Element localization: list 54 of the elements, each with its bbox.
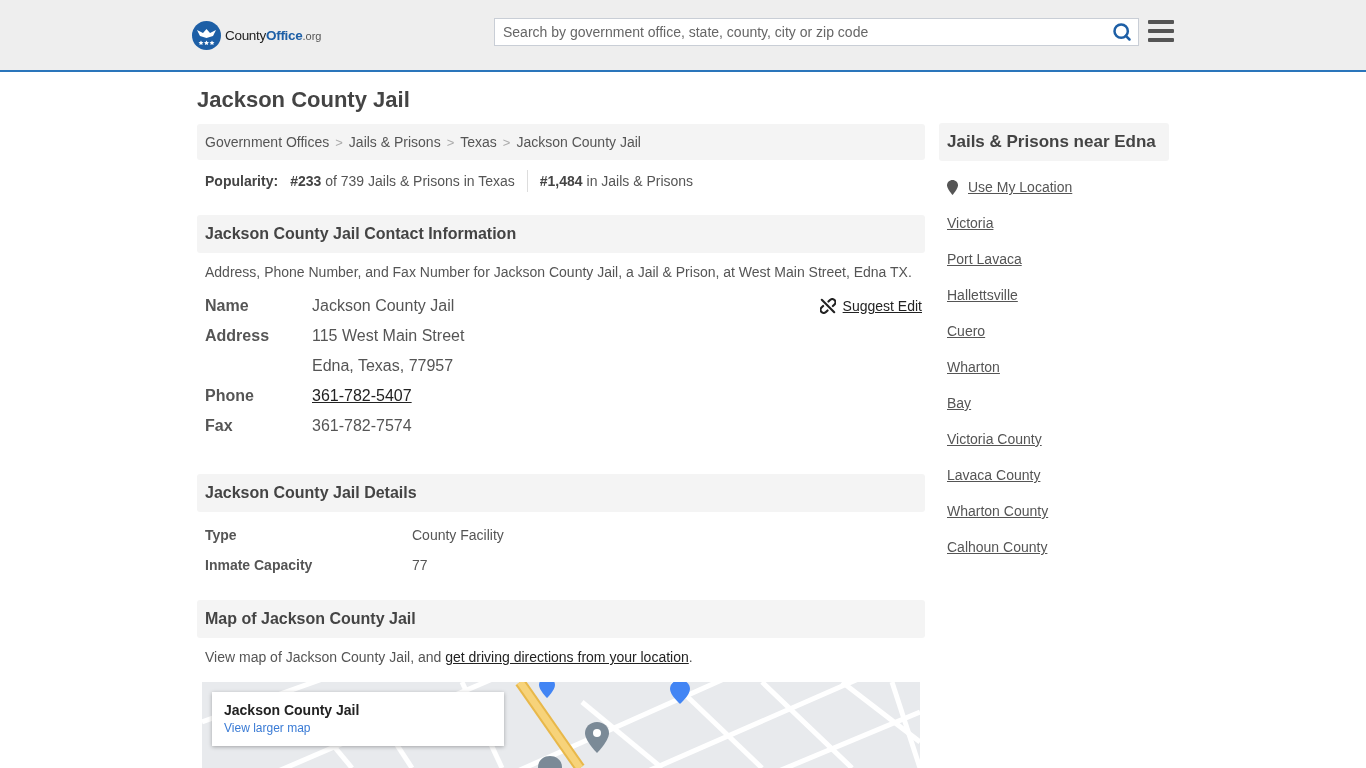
detail-label: Type bbox=[205, 527, 237, 543]
detail-value: County Facility bbox=[412, 527, 504, 543]
nearby-link[interactable]: Victoria bbox=[947, 215, 994, 231]
contact-label: Name bbox=[205, 296, 250, 316]
nearby-link[interactable]: Lavaca County bbox=[947, 467, 1041, 483]
directions-link[interactable]: get driving directions from your location bbox=[445, 649, 689, 665]
map-pin-icon bbox=[947, 179, 958, 195]
nearby-link[interactable]: Cuero bbox=[947, 323, 986, 339]
logo-text[interactable]: CountyOffice.org bbox=[225, 28, 322, 43]
broken-link-icon bbox=[819, 298, 836, 314]
sidebar-heading: Jails & Prisons near Edna bbox=[939, 123, 1169, 161]
detail-label: Inmate Capacity bbox=[205, 557, 313, 573]
nearby-link[interactable]: Wharton bbox=[947, 359, 1000, 375]
section-heading: Jackson County Jail Contact Information bbox=[197, 215, 925, 253]
page-title: Jackson County Jail bbox=[197, 87, 411, 113]
nearby-link[interactable]: Port Lavaca bbox=[947, 251, 1022, 267]
popularity-rank: #233 of 739 Jails & Prisons in Texas bbox=[290, 173, 515, 189]
breadcrumb-separator: > bbox=[335, 134, 343, 150]
menu-icon bbox=[1148, 20, 1174, 42]
contact-label: Fax bbox=[205, 416, 234, 436]
nearby-link[interactable]: Calhoun County bbox=[947, 539, 1048, 555]
nearby-link[interactable]: Bay bbox=[947, 395, 972, 411]
map-place-name: Jackson County Jail bbox=[224, 702, 360, 718]
section-heading: Jackson County Jail Details bbox=[197, 474, 925, 512]
use-location-link[interactable]: Use My Location bbox=[968, 179, 1073, 195]
contact-value: Edna, Texas, 77957 bbox=[312, 356, 454, 376]
view-larger-map-link[interactable]: View larger map bbox=[224, 721, 311, 735]
contact-value: Jackson County Jail bbox=[312, 296, 455, 316]
suggest-edit-link[interactable]: Suggest Edit bbox=[842, 298, 922, 314]
popularity-rank: #1,484 in Jails & Prisons bbox=[526, 170, 694, 192]
search-button[interactable] bbox=[1111, 21, 1133, 43]
popularity-label: Popularity: bbox=[205, 173, 279, 189]
contact-description: Address, Phone Number, and Fax Number for Jackson County Jail, a Jail & Prison, at West Main Street, Edna TX. bbox=[204, 263, 913, 282]
menu-button[interactable] bbox=[1148, 20, 1174, 42]
search-icon bbox=[1112, 22, 1132, 42]
emblem-icon bbox=[192, 21, 221, 50]
map-description: View map of Jackson County Jail, and get driving directions from your location. bbox=[204, 648, 694, 667]
nearby-link[interactable]: Wharton County bbox=[947, 503, 1049, 519]
contact-label: Address bbox=[205, 326, 271, 346]
breadcrumb-link[interactable]: Texas bbox=[460, 134, 497, 150]
section-heading: Map of Jackson County Jail bbox=[197, 600, 925, 638]
contact-value: 115 West Main Street bbox=[312, 326, 465, 346]
phone-link[interactable]: 361-782-5407 bbox=[312, 381, 412, 411]
nearby-link[interactable]: Hallettsville bbox=[947, 287, 1018, 303]
breadcrumb-link[interactable]: Jackson County Jail bbox=[516, 134, 641, 150]
contact-value: 361-782-7574 bbox=[312, 416, 412, 436]
search-field[interactable]: Search by government office, state, county, city or zip code bbox=[494, 18, 1139, 46]
breadcrumb-link[interactable]: Jails & Prisons bbox=[348, 134, 441, 150]
breadcrumb-separator: > bbox=[446, 134, 455, 150]
breadcrumb-link[interactable]: Government Offices bbox=[205, 134, 330, 150]
nearby-link[interactable]: Victoria County bbox=[947, 431, 1042, 447]
detail-value: 77 bbox=[412, 557, 428, 573]
breadcrumb-separator: > bbox=[502, 134, 511, 150]
contact-label: Phone bbox=[205, 386, 255, 406]
